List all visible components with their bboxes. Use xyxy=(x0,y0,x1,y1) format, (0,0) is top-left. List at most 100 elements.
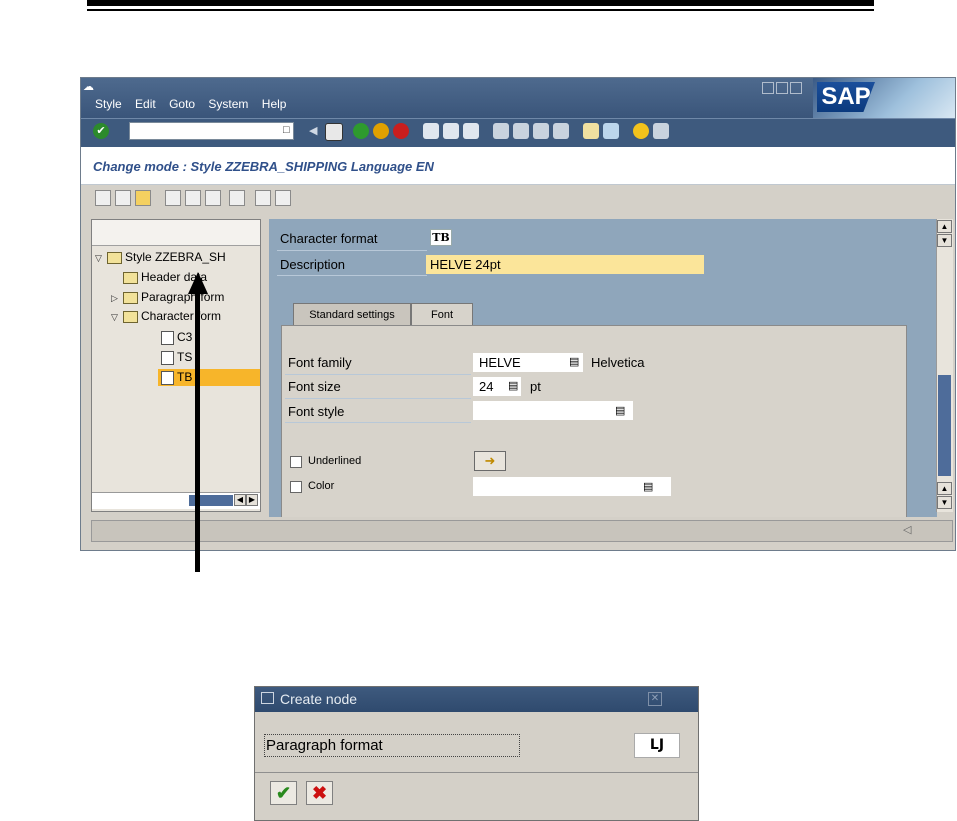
menu-goto[interactable]: Goto xyxy=(169,97,195,111)
check-icon[interactable] xyxy=(115,190,131,206)
description-label: Description xyxy=(280,257,346,272)
system-menu-icon[interactable]: ☁ xyxy=(83,80,94,93)
minimize-icon[interactable] xyxy=(762,82,774,94)
color-input[interactable] xyxy=(473,477,671,496)
save-icon[interactable] xyxy=(325,123,343,141)
tree-node-ts[interactable]: TS xyxy=(161,350,192,365)
scrollbar-thumb[interactable] xyxy=(938,375,951,476)
sap-window: ☁ Style Edit Goto System Help SAP ✔ □ ◀ … xyxy=(80,77,956,551)
underlined-label: Underlined xyxy=(308,455,362,467)
dialog-title: Create node xyxy=(280,691,358,707)
shortcut-icon[interactable] xyxy=(603,123,619,139)
tree-node-style[interactable]: ▽ Style ZZEBRA_SH xyxy=(95,250,226,264)
back-icon[interactable] xyxy=(353,123,369,139)
divider xyxy=(285,398,471,399)
new-session-icon[interactable] xyxy=(583,123,599,139)
delete-icon[interactable] xyxy=(229,190,245,206)
character-format-value: TB xyxy=(430,229,452,246)
find-icon[interactable] xyxy=(443,123,459,139)
last-page-icon[interactable] xyxy=(553,123,569,139)
node-type-input[interactable]: Paragraph format xyxy=(264,734,520,757)
dialog-cancel-button[interactable]: ✖ xyxy=(306,781,333,805)
maximize-icon[interactable] xyxy=(776,82,788,94)
font-size-unit: pt xyxy=(530,379,541,394)
scroll-right-icon[interactable]: ▶ xyxy=(246,494,258,506)
collapse-icon[interactable] xyxy=(275,190,291,206)
scroll-up-icon[interactable]: ▼ xyxy=(937,234,952,247)
font-style-dropdown-icon[interactable]: ▤ xyxy=(615,404,625,417)
status-arrow-icon[interactable]: ◁ xyxy=(903,523,911,536)
tab-standard-settings[interactable]: Standard settings xyxy=(293,303,411,325)
create-icon[interactable] xyxy=(165,190,181,206)
tree-node-character-formats[interactable]: ▽ Character form xyxy=(111,309,221,323)
copy-icon[interactable] xyxy=(185,190,201,206)
dialog-close-icon[interactable]: ✕ xyxy=(648,692,662,706)
cancel-icon[interactable] xyxy=(393,123,409,139)
layout-menu-icon[interactable] xyxy=(653,123,669,139)
menu-help[interactable]: Help xyxy=(262,97,287,111)
menu-edit[interactable]: Edit xyxy=(135,97,156,111)
tree-header xyxy=(92,220,260,246)
tree-node-label: C3 xyxy=(177,330,193,344)
underlined-checkbox[interactable] xyxy=(290,456,302,468)
folder-icon xyxy=(123,291,138,304)
tab-font[interactable]: Font xyxy=(411,303,473,325)
menu-style[interactable]: Style xyxy=(95,97,122,111)
expanded-triangle-icon[interactable]: ▽ xyxy=(111,312,123,323)
tree-node-tb[interactable]: TB xyxy=(161,370,192,385)
tree-node-label: TS xyxy=(177,350,193,364)
description-input[interactable]: HELVE 24pt xyxy=(426,255,704,274)
expanded-triangle-icon[interactable]: ▽ xyxy=(95,253,107,264)
open-folder-icon xyxy=(123,310,138,323)
font-style-input[interactable] xyxy=(473,401,633,420)
underline-details-button[interactable]: ➜ xyxy=(474,451,506,471)
previous-page-icon[interactable] xyxy=(513,123,529,139)
scroll-left-icon[interactable]: ◀ xyxy=(234,494,246,506)
scroll-top-icon[interactable]: ▲ xyxy=(937,220,952,233)
exit-icon[interactable] xyxy=(373,123,389,139)
window-controls xyxy=(762,82,804,97)
copy-from-icon[interactable] xyxy=(205,190,221,206)
print-icon[interactable] xyxy=(423,123,439,139)
next-page-icon[interactable] xyxy=(533,123,549,139)
scroll-down-icon[interactable]: ▲ xyxy=(937,482,952,495)
find-next-icon[interactable] xyxy=(463,123,479,139)
font-size-dropdown-icon[interactable]: ▤ xyxy=(508,379,518,392)
color-dropdown-icon[interactable]: ▤ xyxy=(643,480,653,493)
command-field[interactable] xyxy=(129,122,294,140)
enter-check-icon[interactable]: ✔ xyxy=(93,123,109,139)
font-family-text: Helvetica xyxy=(591,355,645,370)
format-doc-icon xyxy=(161,330,174,345)
font-size-label: Font size xyxy=(288,379,341,394)
tree-node-label: Style ZZEBRA_SH xyxy=(125,250,226,264)
node-code-field[interactable]: LJ xyxy=(634,733,680,758)
display-change-icon[interactable] xyxy=(95,190,111,206)
expand-icon[interactable] xyxy=(255,190,271,206)
folder-icon xyxy=(107,251,122,264)
format-doc-icon xyxy=(161,350,174,365)
color-checkbox[interactable] xyxy=(290,481,302,493)
tree-node-label: Paragraph form xyxy=(141,290,225,304)
first-page-icon[interactable] xyxy=(493,123,509,139)
separator-icon: ◀ xyxy=(309,125,318,137)
help-icon[interactable] xyxy=(633,123,649,139)
annotation-arrow xyxy=(195,290,200,572)
folder-icon xyxy=(123,271,138,284)
dialog-icon xyxy=(261,692,274,704)
close-window-icon[interactable] xyxy=(790,82,802,94)
color-label: Color xyxy=(308,480,335,492)
collapsed-triangle-icon[interactable]: ▷ xyxy=(111,293,123,304)
page-title: Change mode : Style ZZEBRA_SHIPPING Lang… xyxy=(93,159,434,174)
command-history-icon[interactable]: □ xyxy=(283,124,290,136)
font-family-input[interactable]: HELVE xyxy=(473,353,583,372)
font-family-label: Font family xyxy=(288,355,352,370)
menu-system[interactable]: System xyxy=(208,97,248,111)
divider xyxy=(277,275,427,276)
font-family-dropdown-icon[interactable]: ▤ xyxy=(569,355,579,368)
dialog-divider xyxy=(255,772,698,773)
activate-icon[interactable] xyxy=(135,190,151,206)
dialog-ok-button[interactable]: ✔ xyxy=(270,781,297,805)
scroll-bottom-icon[interactable]: ▼ xyxy=(937,496,952,509)
divider xyxy=(277,250,427,251)
tree-node-c3[interactable]: C3 xyxy=(161,330,192,345)
